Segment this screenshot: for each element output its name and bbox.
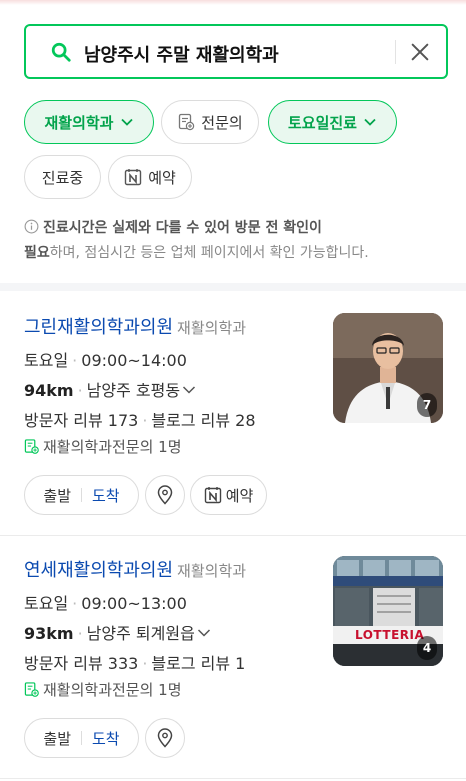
place-title[interactable]: 연세재활의학과의원 재활의학과 [24,556,246,582]
map-pin-icon [157,728,173,748]
hours-notice: 진료시간은 실제와 다를 수 있어 방문 전 확인이필요하며, 점심시간 등은 … [24,216,444,266]
notice-rest: 하며, 점심시간 등은 업체 페이지에서 확인 가능합니다. [49,245,369,261]
search-divider [395,40,396,64]
place-photo[interactable]: 7 [333,313,443,423]
chevron-down-icon [183,386,196,394]
place-reviews: 방문자 리뷰 173 · 블로그 리뷰 28 [24,411,256,430]
arrive-button[interactable]: 도착 [92,485,120,506]
chevron-down-icon [364,118,376,126]
blog-reviews: 블로그 리뷰 28 [151,411,256,430]
specialist-icon [24,682,39,697]
search-box[interactable]: 남양주시 주말 재활의학과 [24,24,448,79]
lotteria-sign: LOTTERIA [355,628,425,642]
filter-chip-label: 토요일진료 [287,113,357,132]
naver-booking-icon [124,169,142,186]
place-category: 재활의학과 [177,319,247,337]
place-specialist: 재활의학과전문의 1명 [24,436,182,457]
route-button[interactable]: 출발 도착 [24,475,139,515]
filter-chip-rehab[interactable]: 재활의학과 [24,100,154,144]
place-day: 토요일 [24,594,69,613]
filter-chip-reserve[interactable]: 예약 [108,155,192,199]
map-pin-icon [157,485,173,505]
depart-button[interactable]: 출발 [43,485,71,506]
arrive-button[interactable]: 도착 [92,728,120,749]
filter-chip-label: 재활의학과 [44,113,114,132]
place-location[interactable]: 94km · 남양주 호평동 [24,377,196,401]
place-photo[interactable]: LOTTERIA 4 [333,556,443,666]
search-input[interactable]: 남양주시 주말 재활의학과 [84,41,279,67]
depart-button[interactable]: 출발 [43,728,71,749]
filter-chip-open-now[interactable]: 진료중 [24,155,101,199]
visitor-reviews: 방문자 리뷰 173 [24,411,139,430]
place-hours-range: 09:00~14:00 [81,351,187,370]
list-divider [0,778,466,779]
route-button[interactable]: 출발 도착 [24,718,139,758]
place-category: 재활의학과 [177,562,247,580]
map-pin-button[interactable] [145,475,185,515]
place-title[interactable]: 그린재활의학과의원 재활의학과 [24,313,246,339]
document-icon [179,113,195,131]
place-hours: 토요일 · 09:00~14:00 [24,351,187,370]
chevron-down-icon [197,629,210,637]
place-hours-range: 09:00~13:00 [81,594,187,613]
filter-chip-specialist[interactable]: 전문의 [161,100,259,144]
specialist-icon [24,439,39,454]
blog-reviews: 블로그 리뷰 1 [151,654,246,673]
place-specialist: 재활의학과전문의 1명 [24,679,182,700]
list-divider [0,535,466,536]
close-icon[interactable] [409,41,431,63]
place-name[interactable]: 그린재활의학과의원 [24,317,173,338]
visitor-reviews: 방문자 리뷰 333 [24,654,139,673]
naver-booking-icon [204,487,221,504]
chevron-down-icon [120,118,133,126]
section-separator [0,283,466,291]
place-distance: 94km [24,381,74,400]
place-name[interactable]: 연세재활의학과의원 [24,560,173,581]
place-hours: 토요일 · 09:00~13:00 [24,594,187,613]
place-area: 남양주 퇴계원읍 [86,624,195,643]
place-reviews: 방문자 리뷰 333 · 블로그 리뷰 1 [24,654,246,673]
reserve-button[interactable]: 예약 [190,475,267,515]
place-day: 토요일 [24,351,69,370]
filter-chip-saturday[interactable]: 토요일진료 [268,100,397,144]
place-location[interactable]: 93km · 남양주 퇴계원읍 [24,620,211,644]
info-icon [24,219,39,234]
map-pin-button[interactable] [145,718,185,758]
notice-bold-2: 필요 [24,245,50,261]
place-area: 남양주 호평동 [86,381,181,400]
notice-bold-1: 진료시간은 실제와 다를 수 있어 방문 전 확인이 [43,220,322,236]
photo-count-badge: 7 [417,393,437,417]
filter-chip-label: 진료중 [41,168,84,187]
reserve-label: 예약 [225,486,254,505]
filter-chip-label: 예약 [148,168,176,187]
photo-count-badge: 4 [417,636,437,660]
specialist-count: 재활의학과전문의 1명 [43,681,182,699]
filter-chip-label: 전문의 [201,113,243,132]
place-distance: 93km [24,624,74,643]
top-accent-line [0,0,466,5]
search-icon [51,42,71,62]
specialist-count: 재활의학과전문의 1명 [43,438,182,456]
